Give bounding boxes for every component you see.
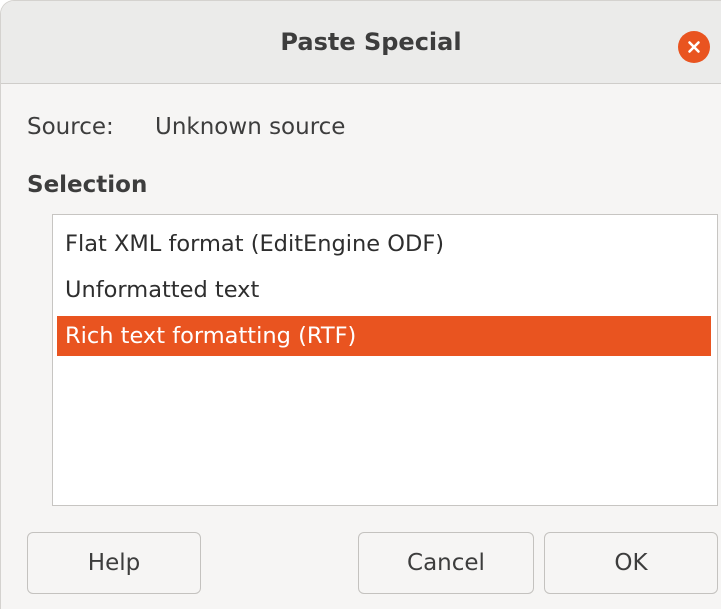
source-value: Unknown source <box>155 114 346 140</box>
selection-heading: Selection <box>27 172 148 198</box>
close-button[interactable] <box>678 31 710 63</box>
cancel-button[interactable]: Cancel <box>358 532 534 594</box>
dialog-title: Paste Special <box>280 28 462 56</box>
source-label: Source: <box>27 114 114 140</box>
source-row: Source: Unknown source <box>27 109 345 145</box>
paste-special-dialog: Paste Special Source: Unknown source Sele… <box>0 0 721 609</box>
format-listbox[interactable]: Flat XML format (EditEngine ODF) Unforma… <box>52 214 718 506</box>
ok-button[interactable]: OK <box>544 532 718 594</box>
list-item-rtf[interactable]: Rich text formatting (RTF) <box>57 316 711 356</box>
list-item-unformatted-text[interactable]: Unformatted text <box>57 270 711 310</box>
close-icon <box>688 41 700 53</box>
help-button[interactable]: Help <box>27 532 201 594</box>
list-item-flat-xml[interactable]: Flat XML format (EditEngine ODF) <box>57 224 711 264</box>
title-bar: Paste Special <box>1 1 721 84</box>
